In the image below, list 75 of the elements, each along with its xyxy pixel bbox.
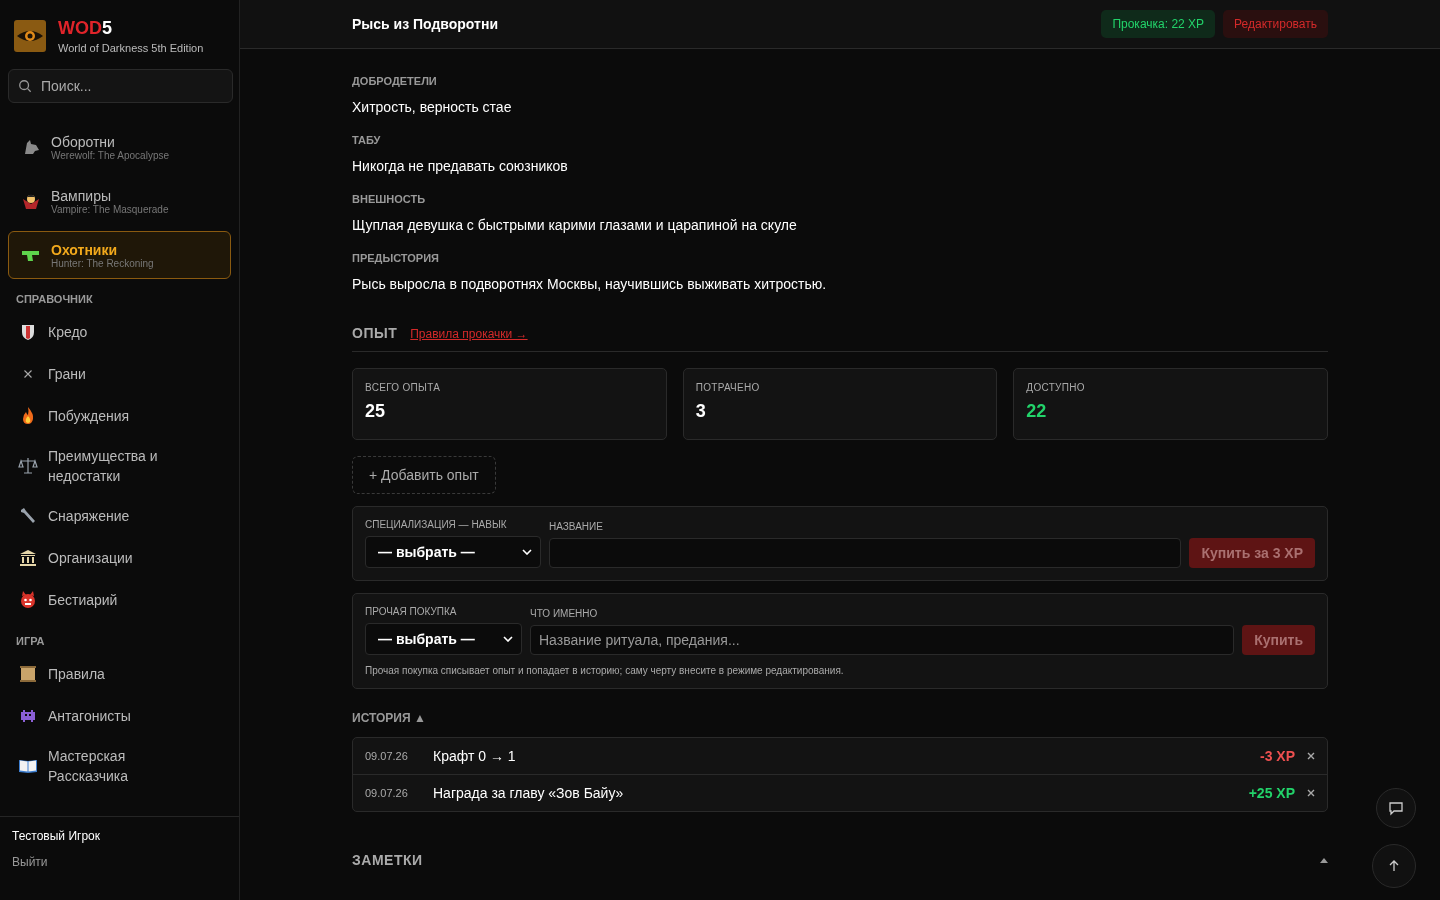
- xp-badge[interactable]: Прокачка: 22 XP: [1101, 10, 1216, 38]
- logout-link[interactable]: Выйти: [12, 855, 227, 869]
- game-subtitle: Werewolf: The Apocalypse: [51, 149, 170, 161]
- field-label: ПРЕДЫСТОРИЯ: [352, 252, 440, 264]
- search-field[interactable]: Поиск...: [8, 69, 233, 103]
- field-label: НАЗВАНИЕ: [549, 521, 604, 532]
- nav-link[interactable]: Мастерская Рассказчика: [48, 746, 188, 786]
- field-label: ДОБРОДЕТЕЛИ: [352, 75, 438, 87]
- stat-label: ВСЕГО ОПЫТА: [365, 382, 442, 393]
- stat-value: 25: [365, 401, 387, 422]
- close-icon[interactable]: [1307, 789, 1315, 797]
- field-label: ЧТО ИМЕННО: [530, 608, 599, 619]
- page-title: Рысь из Подворотни: [352, 16, 498, 32]
- nav-section-title: ИГРА: [15, 634, 46, 649]
- user-name: Тестовый Игрок: [12, 829, 101, 843]
- field-label: ТАБУ: [352, 134, 382, 146]
- chevron-down-icon: [522, 549, 532, 555]
- xp-amount: -3 XP: [1260, 748, 1295, 764]
- nav-link[interactable]: Правила: [48, 664, 105, 684]
- add-xp-button[interactable]: + Добавить опыт: [352, 456, 496, 494]
- demon-icon: [18, 590, 38, 610]
- edit-button[interactable]: Редактировать: [1223, 10, 1328, 38]
- field-value: Хитрость, верность стае: [352, 99, 513, 115]
- nav-section-title: СПРАВОЧНИК: [15, 292, 94, 307]
- building-icon: [18, 548, 38, 568]
- section-title: ЗАМЕТКИ: [352, 852, 423, 868]
- skill-select[interactable]: — выбрать —: [365, 536, 541, 568]
- rules-link[interactable]: Правила прокачки →: [410, 327, 528, 341]
- field-label: ПРОЧАЯ ПОКУПКА: [365, 606, 458, 617]
- game-title: Оборотни: [51, 133, 116, 150]
- history-text: Крафт 0 → 1: [433, 748, 517, 764]
- purchase-note: Прочая покупка списывает опыт и попадает в историю; саму черту внесите в режиме редактирования.: [365, 665, 845, 676]
- xp-amount: +25 XP: [1248, 785, 1295, 801]
- nav-link[interactable]: Преимущества и недостатки: [48, 446, 188, 486]
- game-title: Вампиры: [51, 187, 112, 204]
- stat-value: 22: [1026, 401, 1048, 422]
- nav-link[interactable]: Антагонисты: [48, 706, 131, 726]
- game-item[interactable]: Оборотни Werewolf: The Apocalypse: [8, 123, 231, 171]
- section-title: ОПЫТ: [352, 325, 398, 341]
- stat-label: ПОТРАЧЕНО: [695, 382, 761, 393]
- game-item[interactable]: Вампиры Vampire: The Masquerade: [8, 177, 231, 225]
- history-date: 09.07.26: [365, 750, 409, 762]
- history-text: Награда за главу «Зов Байу»: [433, 785, 625, 801]
- purchase-type-select[interactable]: — выбрать —: [365, 623, 522, 655]
- nav-link[interactable]: Побуждения: [48, 406, 130, 426]
- nav-link[interactable]: Бестиарий: [48, 590, 118, 610]
- game-subtitle: Hunter: The Reckoning: [51, 257, 154, 269]
- close-icon[interactable]: [1307, 752, 1315, 760]
- app-subtitle: World of Darkness 5th Edition: [58, 42, 204, 54]
- field-value: Рысь выросла в подворотнях Москвы, научившись выживать хитростью.: [352, 276, 828, 292]
- name-input[interactable]: [549, 538, 1182, 568]
- chevron-down-icon: [503, 636, 513, 642]
- nav-link[interactable]: Кредо: [48, 322, 88, 342]
- game-title: Охотники: [51, 241, 119, 258]
- field-value: Щуплая девушка с быстрыми карими глазами и царапиной на скуле: [352, 217, 798, 233]
- chat-icon: [1388, 800, 1404, 816]
- field-label: СПЕЦИАЛИЗАЦИЯ — НАВЫК: [365, 519, 508, 530]
- field-label: ВНЕШНОСТЬ: [352, 193, 427, 205]
- game-item[interactable]: Охотники Hunter: The Reckoning: [8, 231, 231, 279]
- nav-link[interactable]: Снаряжение: [48, 506, 130, 526]
- chat-button[interactable]: [1376, 788, 1416, 828]
- scroll-icon: [18, 664, 38, 684]
- stat-value: 3: [695, 401, 707, 422]
- field-value: Никогда не предавать союзников: [352, 158, 569, 174]
- item-name-input[interactable]: Название ритуала, предания...: [530, 625, 1235, 655]
- game-subtitle: Vampire: The Masquerade: [51, 203, 169, 215]
- eye-logo-icon: [14, 20, 46, 52]
- nav-link[interactable]: Организации: [48, 548, 133, 568]
- scales-icon: [18, 456, 38, 476]
- history-toggle[interactable]: ИСТОРИЯ ▲: [352, 711, 1328, 725]
- caret-up-icon[interactable]: [1320, 857, 1328, 863]
- nav-link[interactable]: Грани: [48, 364, 86, 384]
- stat-label: ДОСТУПНО: [1026, 382, 1086, 393]
- app-logo[interactable]: WOD5: [58, 18, 204, 39]
- history-date: 09.07.26: [365, 787, 409, 799]
